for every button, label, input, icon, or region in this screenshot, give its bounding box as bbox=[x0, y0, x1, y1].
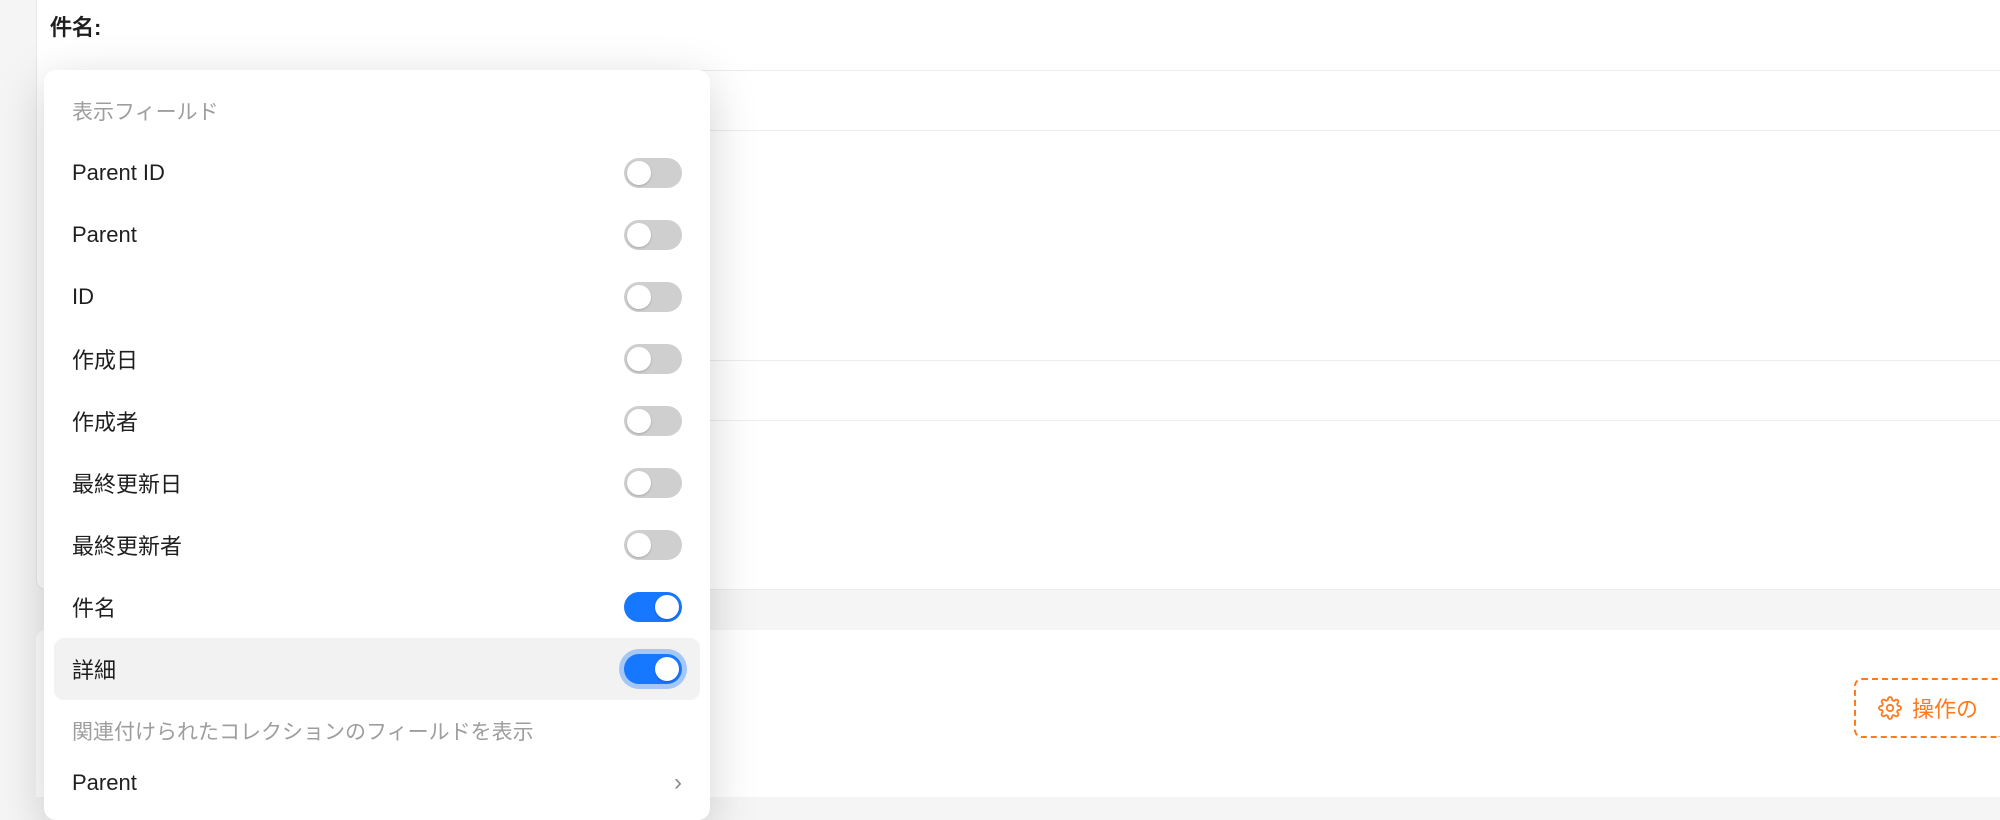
toggle-knob bbox=[627, 161, 651, 185]
display-fields-popover: 表示フィールド Parent ID Parent ID 作成日作成者最終更新日最終更新… bbox=[44, 70, 710, 820]
related-submenu-label: Parent bbox=[72, 770, 137, 796]
toggle-switch[interactable] bbox=[624, 220, 682, 250]
field-toggle-row[interactable]: 件名 bbox=[54, 576, 700, 638]
toggle-switch[interactable] bbox=[624, 530, 682, 560]
toggle-switch[interactable] bbox=[624, 344, 682, 374]
field-toggle-label: 作成日 bbox=[72, 343, 138, 375]
toggle-switch[interactable] bbox=[624, 282, 682, 312]
chevron-right-icon: › bbox=[674, 769, 682, 797]
field-toggle-row[interactable]: ID bbox=[54, 266, 700, 328]
field-toggle-list: Parent ID Parent ID 作成日作成者最終更新日最終更新者件名詳細 bbox=[54, 142, 700, 700]
field-toggle-label: 作成者 bbox=[72, 405, 138, 437]
field-toggle-label: 最終更新日 bbox=[72, 467, 182, 499]
field-toggle-label: ID bbox=[72, 284, 94, 310]
field-toggle-row[interactable]: 最終更新者 bbox=[54, 514, 700, 576]
popover-section-title: 表示フィールド bbox=[54, 82, 700, 142]
toggle-knob bbox=[627, 347, 651, 371]
detail-title-label: 件名: bbox=[50, 10, 101, 42]
toggle-switch[interactable] bbox=[624, 158, 682, 188]
field-toggle-label: Parent ID bbox=[72, 160, 165, 186]
field-toggle-row[interactable]: 詳細 bbox=[54, 638, 700, 700]
related-submenu-parent[interactable]: Parent › bbox=[54, 756, 700, 810]
toggle-knob bbox=[655, 595, 679, 619]
toggle-switch[interactable] bbox=[624, 592, 682, 622]
toggle-knob bbox=[627, 409, 651, 433]
related-collection-title: 関連付けられたコレクションのフィールドを表示 bbox=[54, 700, 700, 756]
gear-icon bbox=[1878, 696, 1902, 720]
field-toggle-row[interactable]: Parent ID bbox=[54, 142, 700, 204]
toggle-knob bbox=[655, 657, 679, 681]
field-toggle-row[interactable]: 最終更新日 bbox=[54, 452, 700, 514]
page-root: 件名: 操作の 表示フィールド Parent ID Parent ID 作成日作成者最… bbox=[0, 0, 2000, 797]
toggle-switch[interactable] bbox=[624, 406, 682, 436]
configure-actions-button[interactable]: 操作の bbox=[1854, 678, 2000, 738]
toggle-knob bbox=[627, 533, 651, 557]
toggle-knob bbox=[627, 471, 651, 495]
field-toggle-label: Parent bbox=[72, 222, 137, 248]
field-toggle-row[interactable]: 作成者 bbox=[54, 390, 700, 452]
toggle-knob bbox=[627, 285, 651, 309]
field-toggle-label: 詳細 bbox=[72, 653, 116, 685]
toggle-switch[interactable] bbox=[624, 654, 682, 684]
field-toggle-row[interactable]: Parent bbox=[54, 204, 700, 266]
toggle-knob bbox=[627, 223, 651, 247]
toggle-switch[interactable] bbox=[624, 468, 682, 498]
configure-actions-label: 操作の bbox=[1912, 692, 1978, 724]
field-toggle-label: 最終更新者 bbox=[72, 529, 182, 561]
field-toggle-label: 件名 bbox=[72, 591, 116, 623]
field-toggle-row[interactable]: 作成日 bbox=[54, 328, 700, 390]
